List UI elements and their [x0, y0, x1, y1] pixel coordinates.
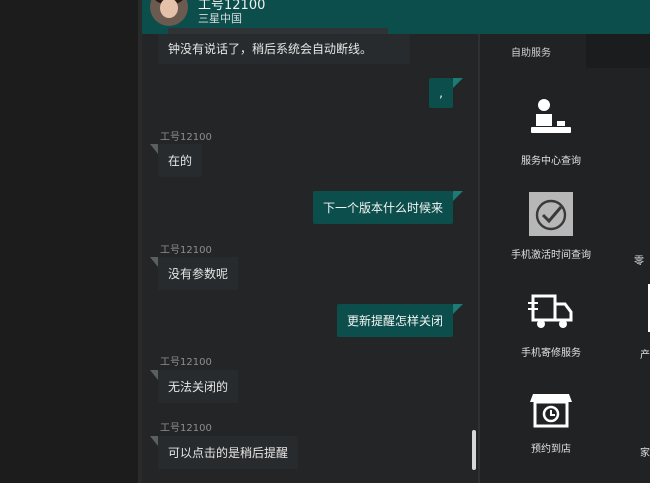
service-label: 服务中心查询 [521, 156, 581, 167]
message-out[interactable]: , [429, 78, 463, 108]
message-in[interactable]: 可以点击的是稍后提醒 [150, 436, 299, 469]
self-service-panel: 自助服务 服务中心查询 手机激活时间查询 手机寄修服务 预约到店 [480, 34, 650, 483]
clipped-previous-line [168, 28, 388, 34]
clipped-service-label: 零 [634, 256, 644, 267]
message-text: 无法关闭的 [168, 380, 229, 394]
clipped-service-label: 家 [640, 448, 650, 459]
chat-area[interactable]: 钟没有说话了，稍后系统会自动断线。 , 工号12100 在的 下一个版本什么时候… [142, 28, 478, 483]
message-text: 没有参数呢 [168, 267, 229, 281]
system-notice-text: 钟没有说话了，稍后系统会自动断线。 [168, 42, 373, 56]
agent-label: 工号12100 [160, 132, 212, 143]
store-appointment[interactable]: 预约到店 [496, 384, 606, 455]
message-text: 可以点击的是稍后提醒 [168, 446, 289, 460]
activation-time-query[interactable]: 手机激活时间查询 [496, 190, 606, 261]
chat-app: 工号12100 三星中国 钟没有说话了，稍后系统会自动断线。 , 工号12100… [142, 0, 650, 483]
avatar-face [160, 0, 178, 18]
bubble-tail [453, 191, 463, 201]
bubble-tail [150, 370, 158, 380]
store-appointment-icon [527, 384, 575, 432]
panel-top-box [586, 34, 650, 68]
delivery-truck-icon [527, 288, 575, 336]
bubble-tail [453, 304, 463, 314]
agent-label: 工号12100 [160, 245, 212, 256]
bubble-tail [150, 257, 158, 267]
message-text: , [439, 86, 443, 100]
message-in[interactable]: 在的 [150, 144, 203, 177]
bubble-tail [453, 78, 463, 88]
self-service-title: 自助服务 [511, 48, 551, 59]
message-system-notice: 钟没有说话了，稍后系统会自动断线。 [158, 28, 410, 64]
service-label: 手机寄修服务 [521, 348, 581, 359]
agent-label: 工号12100 [160, 423, 212, 434]
message-text: 下一个版本什么时候来 [322, 201, 443, 215]
agent-avatar[interactable] [150, 0, 188, 26]
mail-repair-service[interactable]: 手机寄修服务 [496, 288, 606, 359]
bubble-tail [150, 144, 158, 154]
message-in[interactable]: 没有参数呢 [150, 257, 239, 290]
bubble-tail [150, 436, 158, 446]
message-out[interactable]: 更新提醒怎样关闭 [336, 304, 463, 337]
company-name: 三星中国 [198, 12, 242, 25]
agent-label: 工号12100 [160, 357, 212, 368]
message-text: 更新提醒怎样关闭 [346, 314, 443, 328]
service-label: 手机激活时间查询 [511, 250, 591, 261]
left-background [0, 0, 138, 483]
service-desk-icon [527, 96, 575, 144]
message-text: 在的 [168, 154, 193, 168]
activation-clock-icon [527, 190, 575, 238]
clipped-service-label: 产 [640, 350, 650, 361]
message-in[interactable]: 无法关闭的 [150, 370, 239, 403]
message-out[interactable]: 下一个版本什么时候来 [312, 191, 463, 224]
service-center-query[interactable]: 服务中心查询 [496, 96, 606, 167]
service-label: 预约到店 [531, 444, 571, 455]
chat-scrollbar-thumb[interactable] [472, 430, 476, 470]
